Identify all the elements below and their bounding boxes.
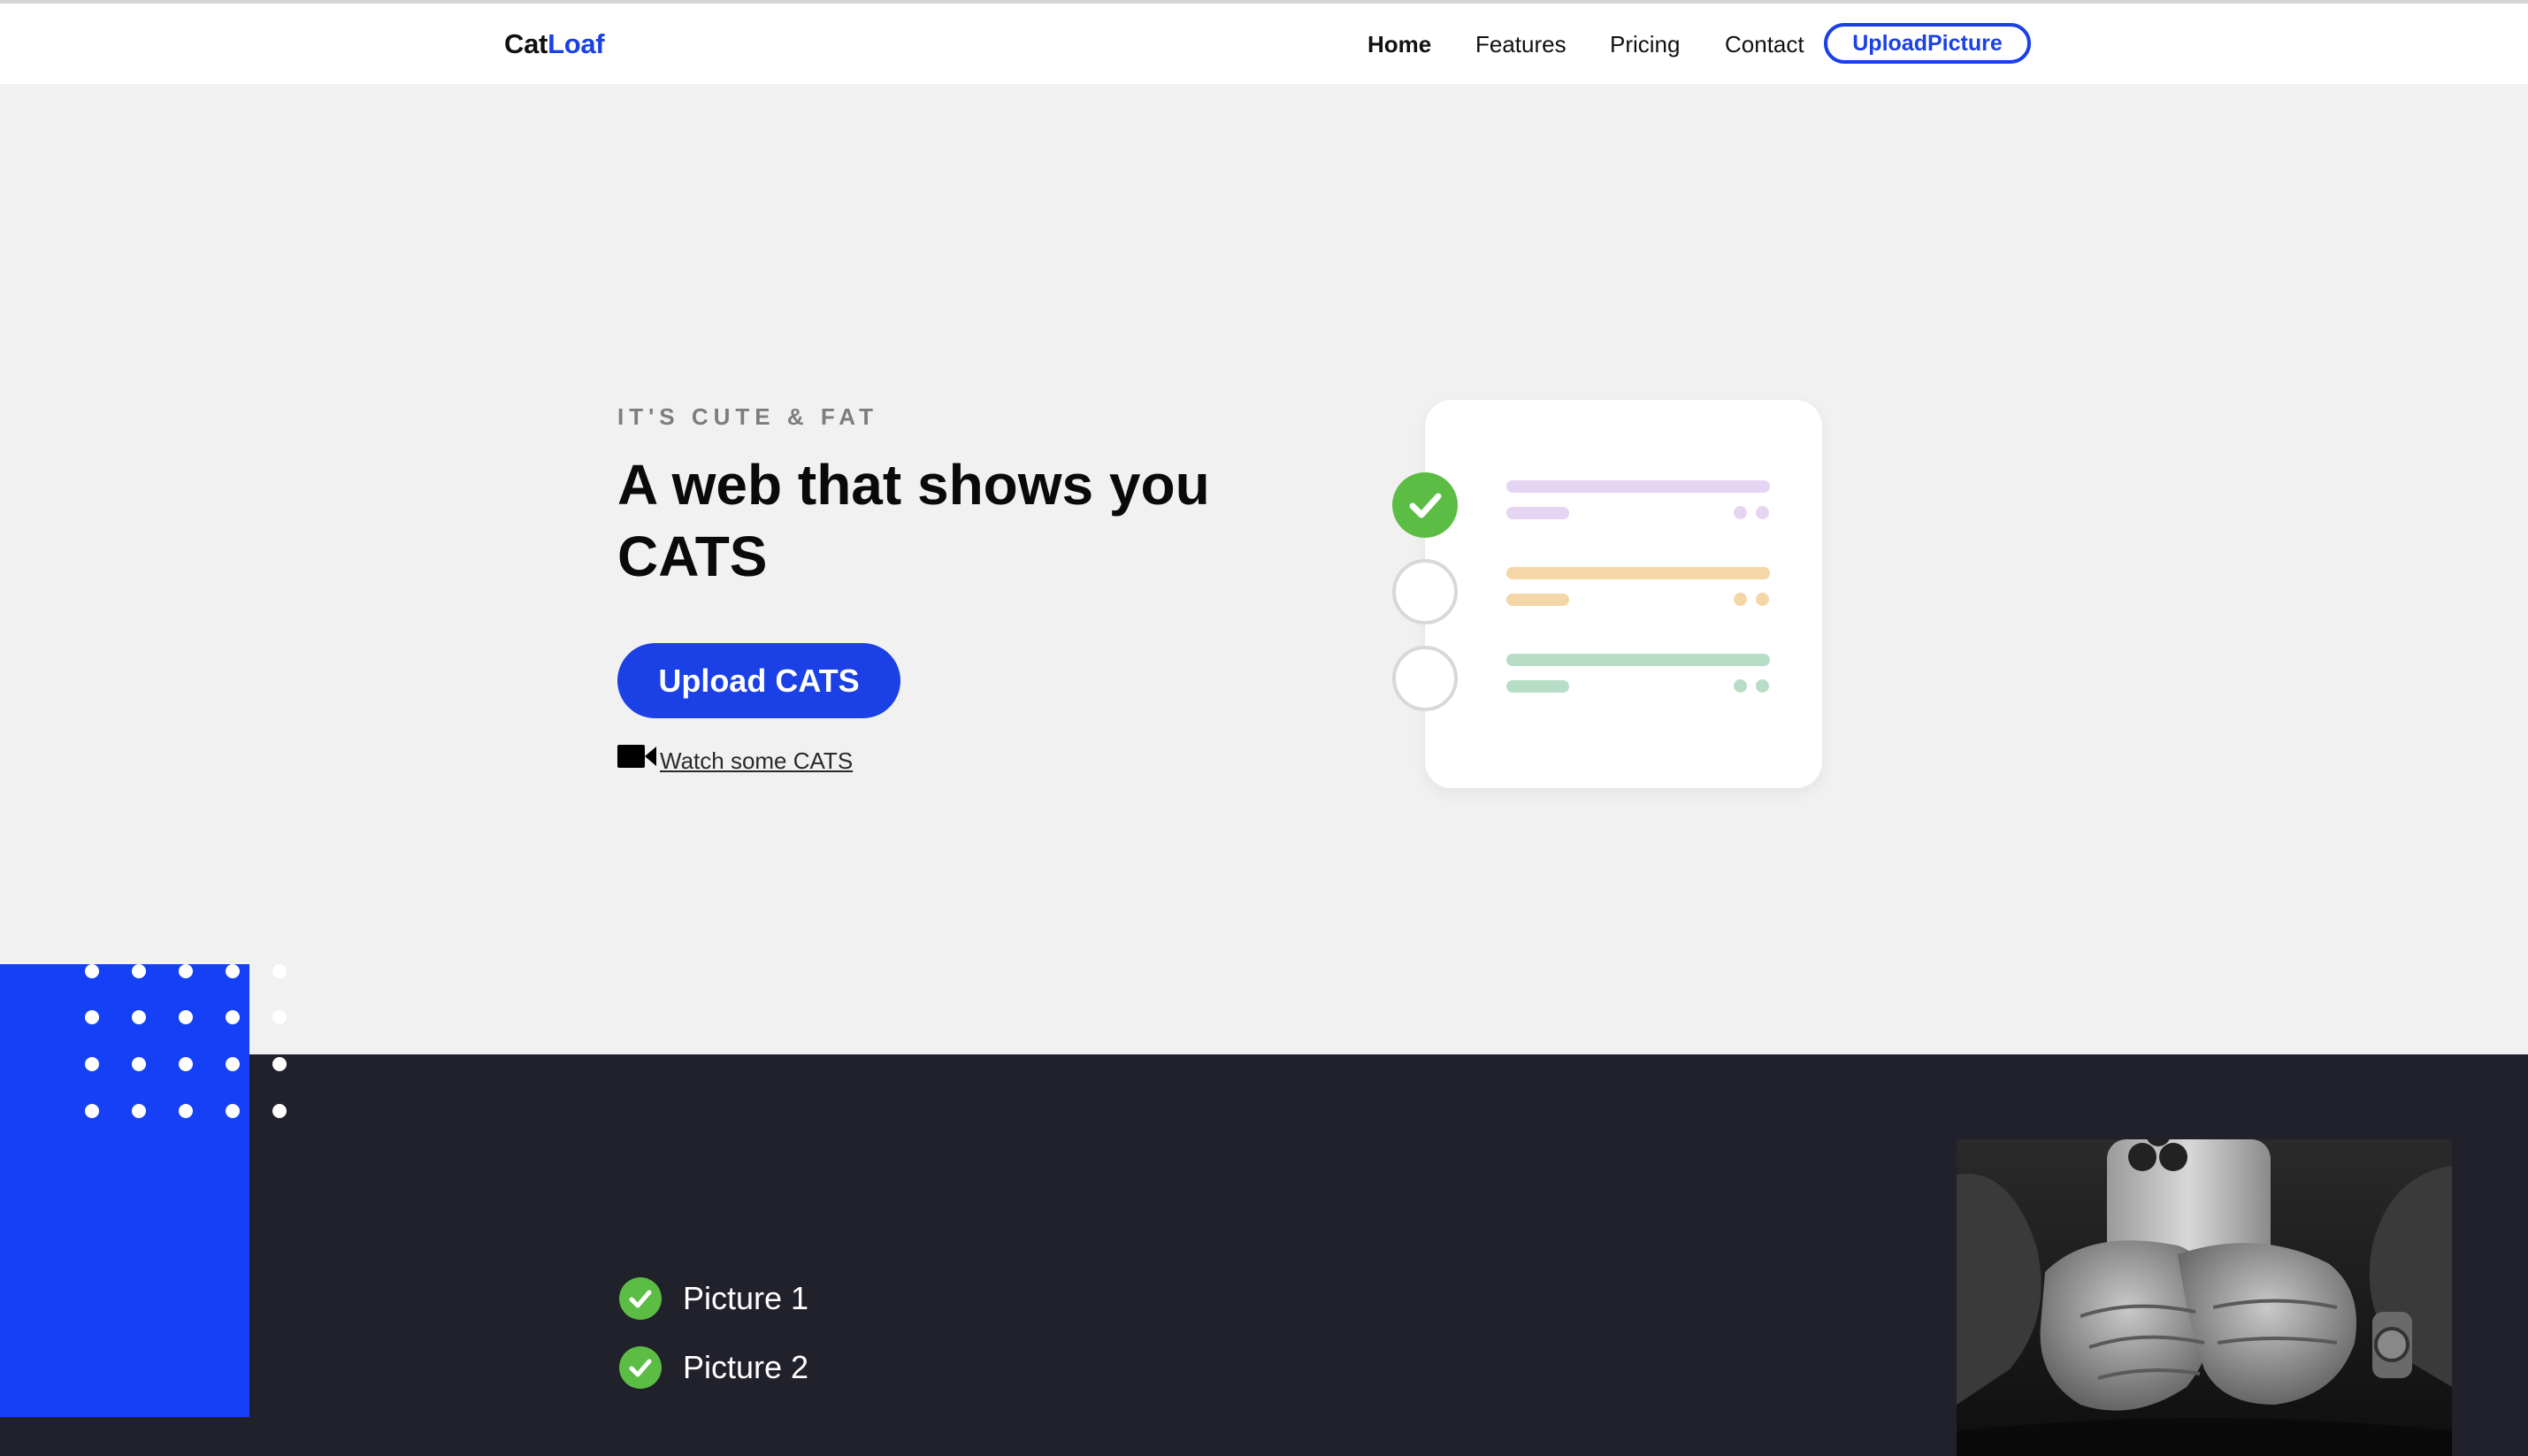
decorative-dot [179, 1010, 193, 1024]
decorative-dot [179, 1057, 193, 1071]
check-circle-icon [619, 1346, 662, 1389]
decorative-dot [226, 1104, 240, 1118]
nav-link-home[interactable]: Home [1367, 31, 1431, 58]
task-line-short [1506, 507, 1569, 519]
task-line-long [1506, 654, 1770, 666]
decorative-dot [272, 1010, 287, 1024]
decorative-blue-block [0, 964, 249, 1417]
empty-circle-icon[interactable] [1392, 646, 1458, 711]
video-camera-icon [617, 745, 656, 768]
feature-item-2: Picture 2 [619, 1346, 808, 1389]
decorative-dot [132, 1057, 146, 1071]
navbar: CatLoaf Home Features Pricing Contact Up… [0, 4, 2528, 84]
watch-cats-label: Watch some CATS [660, 747, 854, 774]
task-line-short [1506, 594, 1569, 606]
decorative-dot [179, 964, 193, 978]
decorative-dot [179, 1104, 193, 1118]
brand-name-part2: Loaf [548, 28, 605, 59]
decorative-dot [85, 1104, 99, 1118]
watch-cats-link[interactable]: Watch some CATS [617, 743, 853, 775]
nav-link-contact[interactable]: Contact [1725, 31, 1804, 58]
decorative-dot [85, 964, 99, 978]
phone-hands-photo [1957, 1139, 2452, 1456]
decorative-dot [85, 1057, 99, 1071]
decorative-dot [132, 964, 146, 978]
decorative-dot [132, 1104, 146, 1118]
decorative-dot [132, 1010, 146, 1024]
decorative-dot [85, 1010, 99, 1024]
task-line-short [1506, 680, 1569, 693]
task-line-long [1506, 567, 1770, 579]
task-dot [1756, 679, 1769, 693]
task-dot [1756, 593, 1769, 606]
decorative-dot [226, 1057, 240, 1071]
nav-link-pricing[interactable]: Pricing [1610, 31, 1680, 58]
decorative-dot [272, 1104, 287, 1118]
phone-hands-illustration [1957, 1139, 2452, 1456]
upload-cats-button[interactable]: Upload CATS [617, 643, 900, 718]
empty-circle-icon[interactable] [1392, 559, 1458, 625]
task-dot [1734, 506, 1747, 519]
hero-headline: A web that shows you CATS [617, 453, 1210, 588]
decorative-dot [272, 964, 287, 978]
brand-name-part1: Cat [504, 28, 548, 59]
decorative-dot [226, 1010, 240, 1024]
check-circle-icon[interactable] [1392, 472, 1458, 538]
decorative-dot [226, 964, 240, 978]
task-dot [1756, 506, 1769, 519]
decorative-dot [272, 1057, 287, 1071]
feature-label: Picture 2 [683, 1349, 809, 1385]
task-line-long [1506, 480, 1770, 493]
brand-logo[interactable]: CatLoaf [504, 28, 605, 60]
upload-picture-button[interactable]: UploadPicture [1824, 23, 2031, 64]
hero-eyebrow: IT'S CUTE & FAT [617, 403, 879, 430]
check-circle-icon [619, 1277, 662, 1320]
feature-label: Picture 1 [683, 1280, 809, 1316]
feature-item-1: Picture 1 [619, 1277, 808, 1320]
nav-link-features[interactable]: Features [1475, 31, 1567, 58]
task-dot [1734, 593, 1747, 606]
task-dot [1734, 679, 1747, 693]
